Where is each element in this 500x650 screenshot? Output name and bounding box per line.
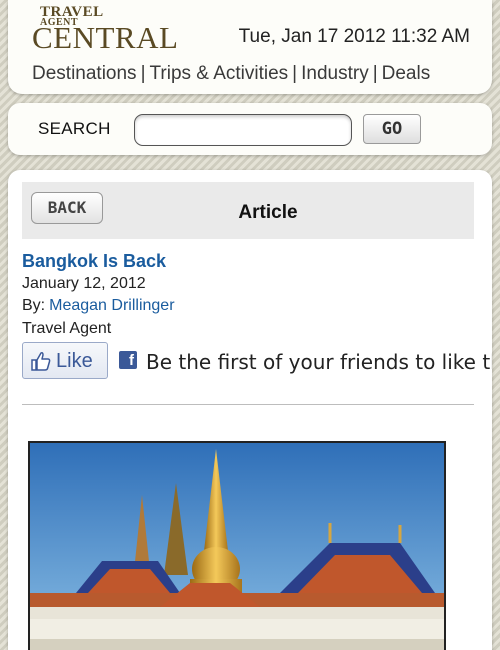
- nav-separator: |: [140, 63, 146, 84]
- facebook-like-button[interactable]: Like: [22, 342, 108, 379]
- like-label: Like: [56, 350, 93, 372]
- nav-separator: |: [292, 63, 298, 84]
- article-panel: BACK Article Bangkok Is Back January 12,…: [8, 170, 492, 650]
- search-input[interactable]: [134, 114, 352, 146]
- facebook-icon: f: [119, 351, 137, 369]
- divider: [22, 404, 474, 405]
- author-link[interactable]: Meagan Drillinger: [49, 297, 174, 314]
- article-hero-image[interactable]: [28, 441, 446, 650]
- nav-industry[interactable]: Industry: [301, 63, 369, 84]
- facebook-like-prompt: Be the first of your friends to like thi…: [146, 350, 492, 374]
- nav-destinations[interactable]: Destinations: [32, 63, 137, 84]
- search-bar: SEARCH GO: [8, 103, 492, 155]
- byline-prefix: By:: [22, 297, 46, 314]
- main-nav: Destinations | Trips & Activities | Industry…: [32, 63, 430, 85]
- go-button[interactable]: GO: [363, 114, 421, 144]
- article-headline[interactable]: Bangkok Is Back: [22, 251, 166, 272]
- article-byline: By: Meagan Drillinger: [22, 297, 175, 315]
- nav-deals[interactable]: Deals: [382, 63, 431, 84]
- header: TRAVEL AGENT CENTRAL Tue, Jan 17 2012 11…: [8, 0, 492, 94]
- nav-trips-activities[interactable]: Trips & Activities: [150, 63, 289, 84]
- current-datetime: Tue, Jan 17 2012 11:32 AM: [238, 26, 470, 47]
- nav-separator: |: [372, 63, 378, 84]
- article-date: January 12, 2012: [22, 275, 146, 292]
- search-label: SEARCH: [38, 119, 111, 138]
- title-bar: BACK Article: [22, 182, 474, 239]
- thumbs-up-icon: [31, 351, 51, 371]
- article-publication: Travel Agent: [22, 320, 112, 337]
- travel-agent-central-logo[interactable]: TRAVEL AGENT CENTRAL: [32, 4, 182, 55]
- page-title: Article: [238, 202, 298, 223]
- logo-line-3: CENTRAL: [32, 20, 179, 55]
